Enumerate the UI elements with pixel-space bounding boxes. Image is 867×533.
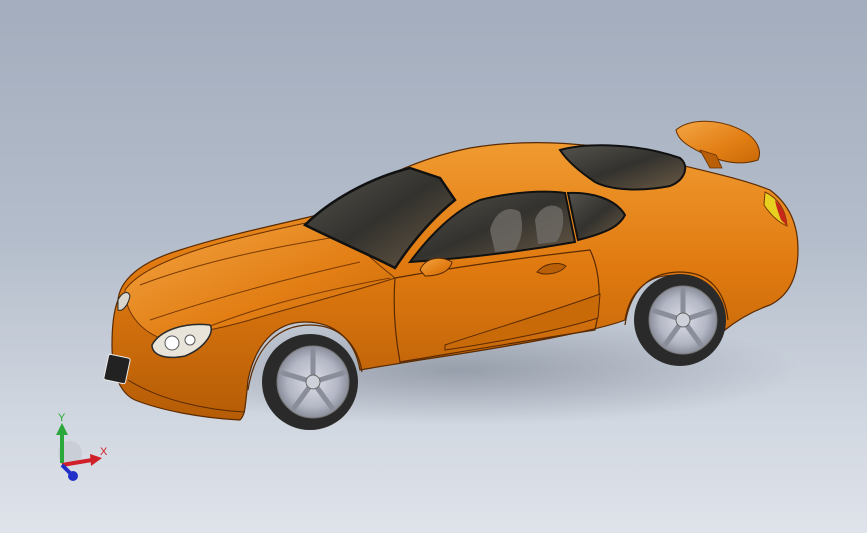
car-model[interactable] bbox=[0, 0, 867, 533]
3d-viewport[interactable]: Y X bbox=[0, 0, 867, 533]
axis-triad[interactable]: Y X bbox=[40, 405, 120, 495]
triad-x-label: X bbox=[100, 446, 108, 458]
headlight-lens bbox=[164, 335, 180, 351]
rear-wheel-hub bbox=[675, 312, 691, 328]
triad-z-arrow-icon bbox=[68, 471, 78, 481]
triad-y-label: Y bbox=[58, 412, 66, 424]
front-wheel-hub bbox=[305, 374, 321, 390]
license-plate bbox=[103, 353, 131, 385]
headlight-lens bbox=[184, 334, 196, 346]
rear-spoiler[interactable] bbox=[675, 120, 760, 164]
triad-z-axis bbox=[60, 463, 72, 475]
triad-y-arrow-icon bbox=[56, 423, 68, 435]
